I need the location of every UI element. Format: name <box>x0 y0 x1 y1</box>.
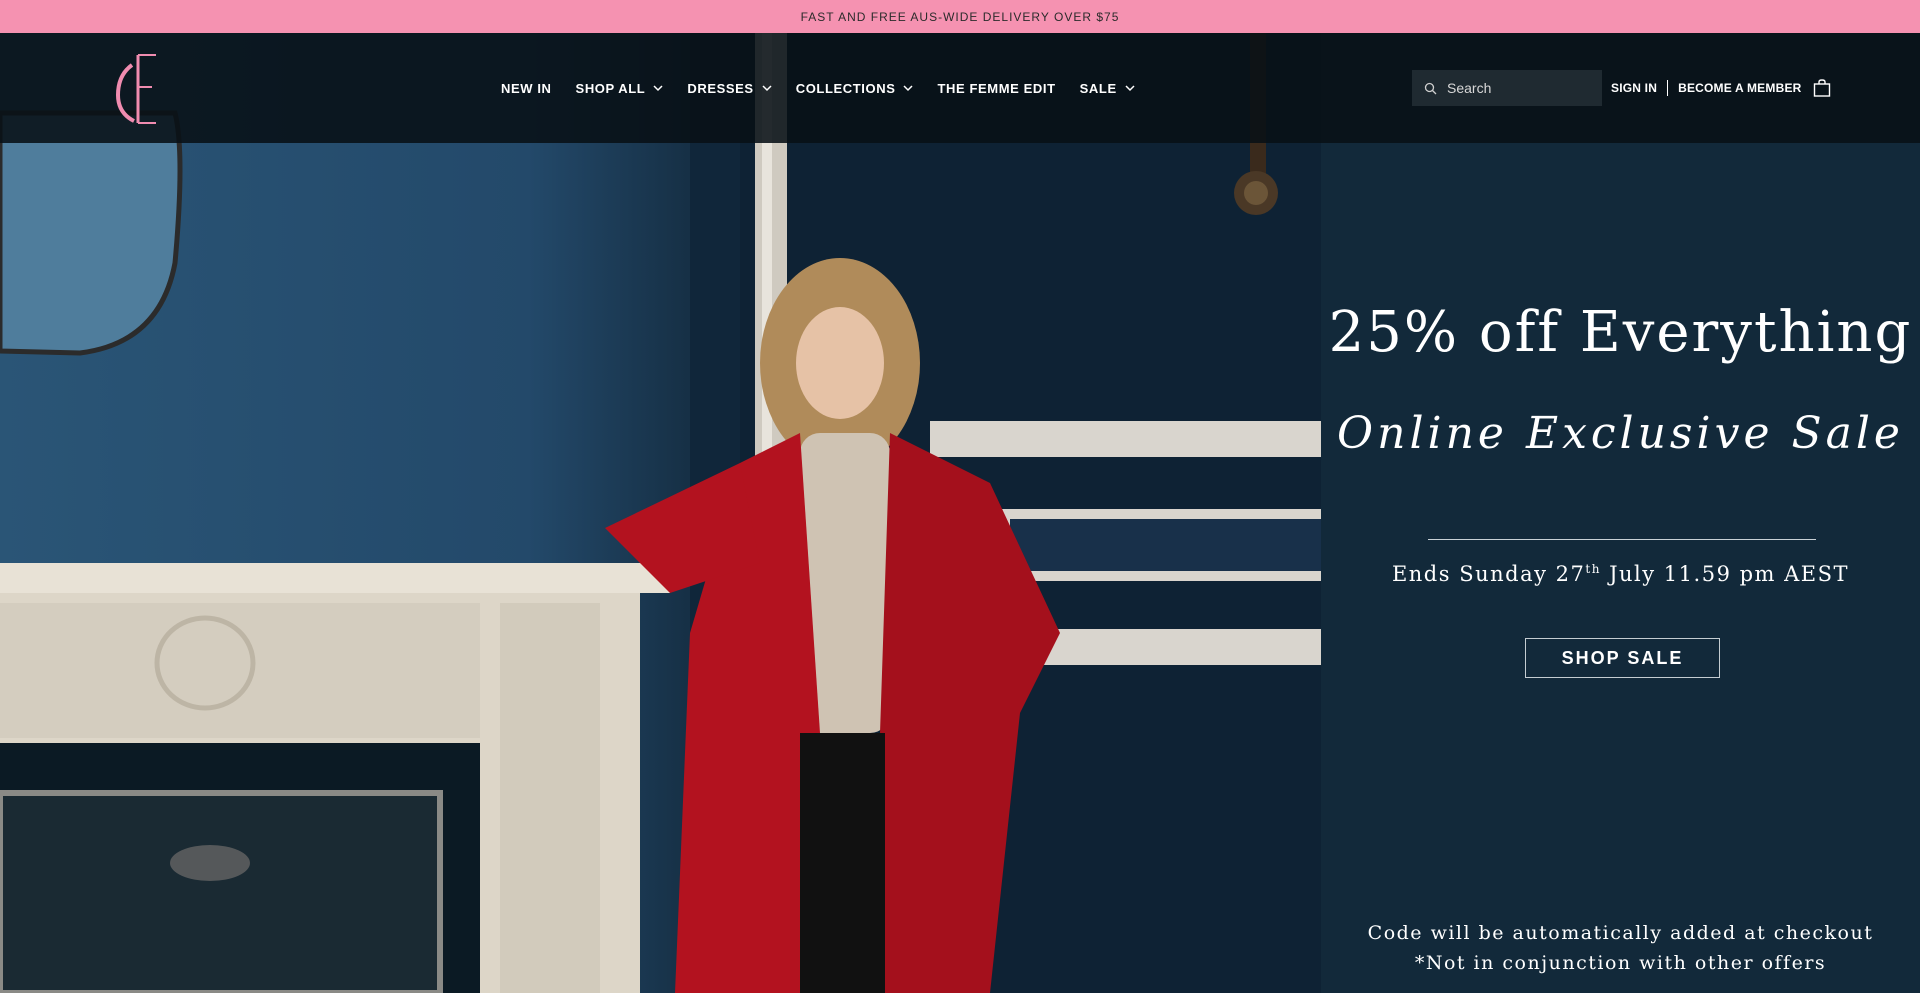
promo-panel <box>1321 33 1920 993</box>
shop-sale-button[interactable]: SHOP SALE <box>1525 638 1720 678</box>
nav-the-femme-edit[interactable]: THE FEMME EDIT <box>937 81 1055 96</box>
promo-end-prefix: Ends Sunday 27 <box>1391 562 1586 586</box>
promo-end-sup: th <box>1585 562 1601 576</box>
promo-end-suffix: July 11.59 pm AEST <box>1600 562 1850 586</box>
chevron-down-icon <box>903 85 913 92</box>
nav-label: NEW IN <box>501 80 552 96</box>
nav-shop-all[interactable]: SHOP ALL <box>576 81 664 96</box>
promo-divider <box>1428 539 1816 540</box>
brand-logo[interactable] <box>110 51 162 127</box>
become-member-link[interactable]: BECOME A MEMBER <box>1678 81 1801 95</box>
nav-collections[interactable]: COLLECTIONS <box>796 81 914 96</box>
announcement-bar: FAST AND FREE AUS-WIDE DELIVERY OVER $75 <box>0 0 1920 33</box>
search-box[interactable] <box>1412 70 1602 106</box>
promo-note-checkout: Code will be automatically added at chec… <box>1367 922 1874 944</box>
promo-end-date: Ends Sunday 27th July 11.59 pm AEST <box>1321 562 1920 586</box>
site-header: NEW IN SHOP ALL DRESSES COLLECTIONS THE … <box>0 33 1920 143</box>
chevron-down-icon <box>653 85 663 92</box>
promo-note-conditions: *Not in conjunction with other offers <box>1414 952 1827 974</box>
promo-headline: 25% off Everything <box>1328 300 1913 365</box>
nav-sale[interactable]: SALE <box>1080 81 1135 96</box>
nav-label: DRESSES <box>687 80 754 96</box>
account-links: SIGN IN BECOME A MEMBER <box>1611 33 1832 143</box>
nav-label: COLLECTIONS <box>795 80 896 96</box>
hero-photo-illustration <box>0 33 1321 993</box>
hero-image[interactable] <box>0 33 1321 993</box>
sign-in-link[interactable]: SIGN IN <box>1611 81 1657 95</box>
main-navigation: NEW IN SHOP ALL DRESSES COLLECTIONS THE … <box>501 33 1159 143</box>
chevron-down-icon <box>762 85 772 92</box>
search-icon <box>1424 82 1437 94</box>
nav-label: SALE <box>1079 80 1117 96</box>
logo-mark-icon <box>115 54 156 124</box>
nav-label: THE FEMME EDIT <box>937 80 1056 96</box>
chevron-down-icon <box>1125 85 1135 92</box>
hero-banner <box>0 33 1920 993</box>
announcement-text: FAST AND FREE AUS-WIDE DELIVERY OVER $75 <box>800 9 1120 24</box>
nav-dresses[interactable]: DRESSES <box>687 80 772 96</box>
nav-label: SHOP ALL <box>575 80 646 96</box>
account-divider <box>1667 80 1669 96</box>
promo-script-line: Online Exclusive Sale <box>1337 408 1904 459</box>
search-input[interactable] <box>1447 80 1587 96</box>
shopping-bag-icon[interactable] <box>1812 78 1832 98</box>
nav-new-in[interactable]: NEW IN <box>501 81 552 96</box>
